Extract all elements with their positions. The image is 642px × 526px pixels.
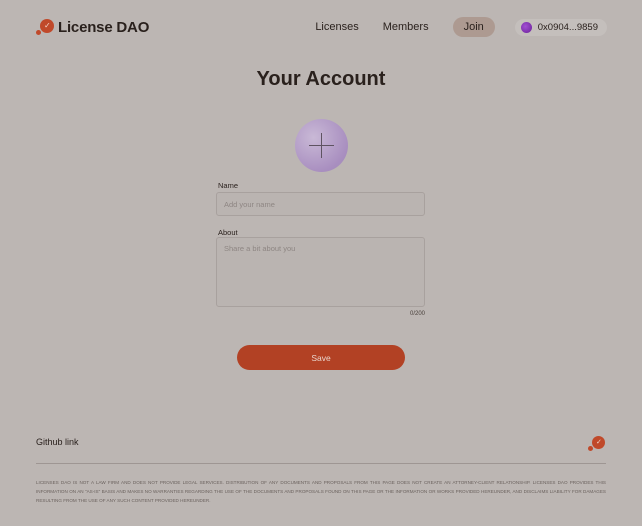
page-title: Your Account	[256, 68, 386, 90]
header: ✓ License DAO Licenses Members Join 0x09…	[0, 0, 642, 56]
top-nav: Licenses Members Join 0x0904...9859	[315, 17, 607, 37]
avatar-upload-button[interactable]	[295, 119, 348, 172]
name-input[interactable]	[216, 192, 425, 216]
footer-logo-icon: ✓	[588, 436, 606, 452]
legal-disclaimer: LICENSES DAO IS NOT A LAW FIRM AND DOES …	[36, 480, 606, 503]
nav-link-licenses[interactable]: Licenses	[315, 21, 358, 33]
logo-icon: ✓	[36, 18, 54, 36]
about-textarea[interactable]	[216, 237, 425, 307]
nav-link-members[interactable]: Members	[383, 21, 429, 33]
plus-icon	[309, 133, 334, 158]
wallet-button[interactable]: 0x0904...9859	[514, 18, 607, 36]
join-button[interactable]: Join	[452, 17, 495, 37]
about-label: About	[218, 228, 238, 237]
wallet-address: 0x0904...9859	[537, 21, 598, 33]
save-button[interactable]: Save	[237, 345, 405, 370]
footer-divider	[36, 463, 606, 464]
name-label: Name	[218, 181, 239, 190]
logo-text: License DAO	[58, 18, 150, 36]
wallet-avatar-icon	[520, 21, 532, 33]
about-char-counter: 0/200	[409, 311, 425, 317]
logo[interactable]: ✓ License DAO	[36, 18, 149, 36]
github-link[interactable]: Github link	[36, 437, 79, 447]
